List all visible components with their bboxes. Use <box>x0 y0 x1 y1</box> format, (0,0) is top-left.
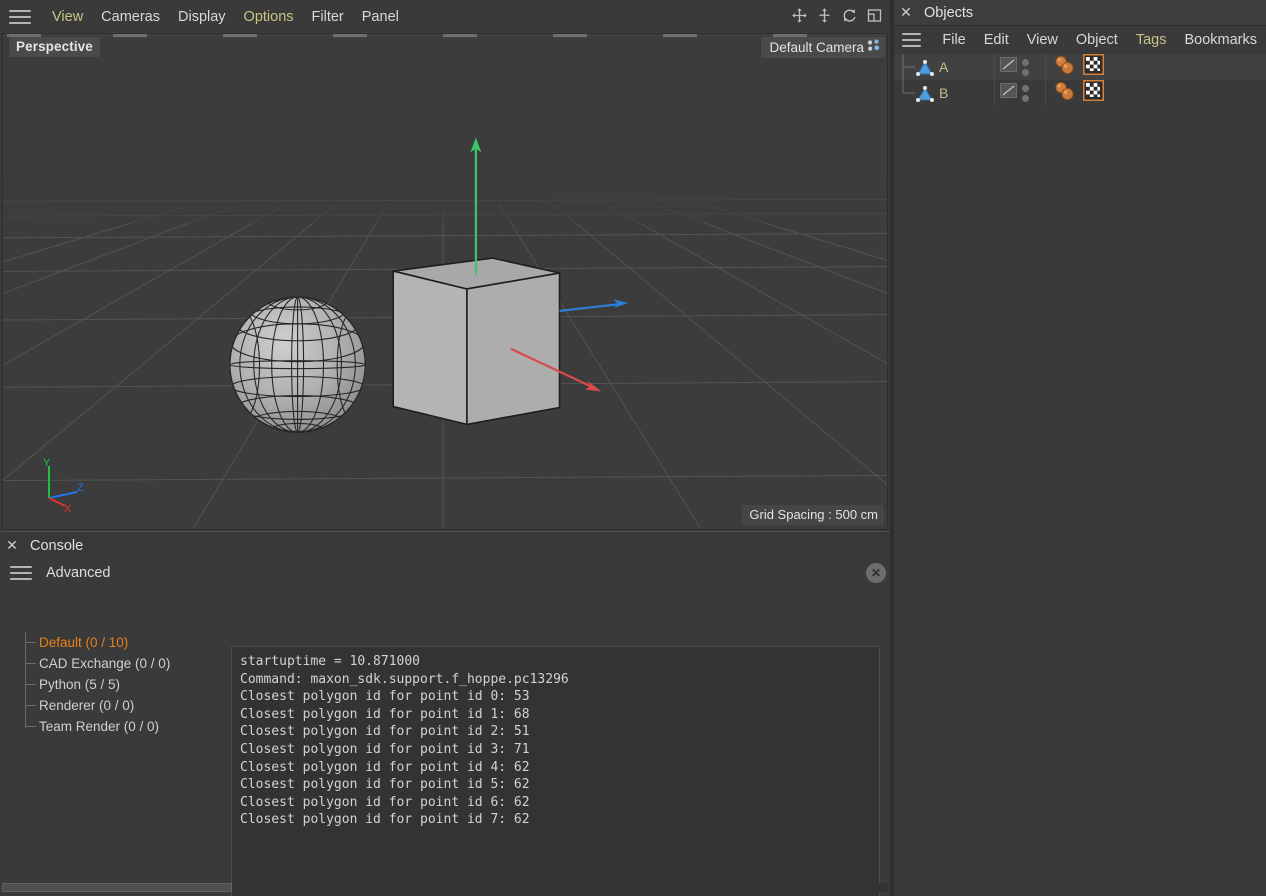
console-title: Console <box>30 537 84 554</box>
table-row[interactable]: B <box>894 79 1266 106</box>
menu-item-file[interactable]: File <box>933 30 974 50</box>
editor-visibility-dot[interactable] <box>1022 84 1029 92</box>
editor-visibility-dot[interactable] <box>1022 58 1029 66</box>
camera-selector-icon[interactable] <box>867 39 881 55</box>
menu-item-view[interactable]: View <box>43 7 92 27</box>
axis-gizmo: Y Z X <box>31 454 89 517</box>
objects-bottom-bar <box>894 886 1266 896</box>
log-line: Closest polygon id for point id 6: 62 <box>240 794 530 810</box>
log-line: Closest polygon id for point id 3: 71 <box>240 741 530 757</box>
svg-text:Z: Z <box>77 482 84 494</box>
menu-item-bookmarks[interactable]: Bookmarks <box>1175 30 1266 50</box>
clear-console-icon[interactable]: ✕ <box>866 563 886 583</box>
object-label[interactable]: A <box>939 59 948 75</box>
grid-spacing-label: Grid Spacing : 500 cm <box>742 505 884 525</box>
hamburger-icon[interactable] <box>902 33 922 47</box>
table-row[interactable]: A <box>894 53 1266 80</box>
menu-item-cameras[interactable]: Cameras <box>92 7 169 27</box>
log-line: Closest polygon id for point id 4: 62 <box>240 759 530 775</box>
menu-item-edit[interactable]: Edit <box>975 30 1018 50</box>
no-layer-icon[interactable] <box>1000 83 1017 103</box>
render-visibility-dot[interactable] <box>1022 94 1029 102</box>
filter-label: Python (5 / 5) <box>39 677 121 692</box>
svg-text:X: X <box>64 503 72 512</box>
viewport-3d-scene[interactable] <box>3 34 887 529</box>
log-line: startuptime = 10.871000 <box>240 654 421 669</box>
viewport-view-label[interactable]: Perspective <box>9 37 100 57</box>
viewport-camera-label: Default Camera <box>769 39 864 55</box>
console-titlebar: ✕ Console <box>0 531 890 559</box>
cube-object <box>392 257 561 426</box>
console-filter-default[interactable]: Default (0 / 10) <box>25 632 225 653</box>
close-icon[interactable]: ✕ <box>0 537 24 554</box>
hamburger-icon[interactable] <box>10 566 32 580</box>
log-line: Command: maxon_sdk.support.f_hoppe.pc132… <box>240 671 569 687</box>
rotate-icon[interactable] <box>838 3 861 27</box>
log-line: Closest polygon id for point id 7: 62 <box>240 812 530 828</box>
tree-connector <box>902 54 920 80</box>
dolly-icon[interactable] <box>813 3 836 27</box>
console-filter-renderer[interactable]: Renderer (0 / 0) <box>25 695 225 716</box>
viewport-menubar: View Cameras Display Options Filter Pane… <box>0 0 890 33</box>
objects-titlebar: ✕ Objects <box>894 0 1266 26</box>
console-filter-cad-exchange[interactable]: CAD Exchange (0 / 0) <box>25 653 225 674</box>
horizontal-scrollbar[interactable] <box>2 883 888 892</box>
object-tags-cell[interactable] <box>1046 53 1266 80</box>
tree-connector <box>902 80 920 106</box>
svg-text:Y: Y <box>43 457 51 469</box>
log-line: Closest polygon id for point id 5: 62 <box>240 777 530 793</box>
object-layer-cell[interactable] <box>995 80 1045 106</box>
close-icon[interactable]: ✕ <box>894 4 918 21</box>
console-filter-tree: Default (0 / 10) CAD Exchange (0 / 0) Py… <box>25 632 225 737</box>
console-panel: ✕ Console Advanced ✕ Default (0 / 10) CA… <box>0 531 890 896</box>
menu-item-tags[interactable]: Tags <box>1127 30 1176 50</box>
console-log[interactable]: startuptime = 10.871000 Command: maxon_s… <box>231 646 880 896</box>
left-column: View Cameras Display Options Filter Pane… <box>0 0 890 896</box>
console-mode-label[interactable]: Advanced <box>46 565 111 581</box>
texture-tag-icon[interactable] <box>1082 79 1105 106</box>
pan-icon[interactable] <box>788 3 811 27</box>
object-tags-cell[interactable] <box>1046 79 1266 106</box>
object-tree[interactable]: A B <box>894 53 1266 896</box>
visibility-dots[interactable] <box>1022 84 1029 102</box>
objects-menubar: File Edit View Object Tags Bookmarks <box>894 26 1266 54</box>
viewport-ruler <box>3 34 887 38</box>
filter-label: CAD Exchange (0 / 0) <box>39 656 171 671</box>
console-body: Default (0 / 10) CAD Exchange (0 / 0) Py… <box>0 587 890 896</box>
texture-tag-icon[interactable] <box>1082 53 1105 80</box>
console-filter-team-render[interactable]: Team Render (0 / 0) <box>25 716 225 737</box>
console-filter-python[interactable]: Python (5 / 5) <box>25 674 225 695</box>
menu-item-panel[interactable]: Panel <box>353 7 408 27</box>
log-line: Closest polygon id for point id 2: 51 <box>240 724 530 740</box>
object-name-cell[interactable]: A <box>894 54 994 80</box>
menu-item-object[interactable]: Object <box>1067 30 1127 50</box>
objects-title: Objects <box>924 4 974 21</box>
material-tag-icon[interactable] <box>1054 55 1076 80</box>
object-name-cell[interactable]: B <box>894 80 994 106</box>
menu-item-options[interactable]: Options <box>235 7 303 27</box>
log-line: Closest polygon id for point id 0: 53 <box>240 689 530 705</box>
render-visibility-dot[interactable] <box>1022 68 1029 76</box>
no-layer-icon[interactable] <box>1000 57 1017 77</box>
object-layer-cell[interactable] <box>995 54 1045 80</box>
app-window: View Cameras Display Options Filter Pane… <box>0 0 1266 896</box>
maximize-viewport-icon[interactable] <box>863 3 886 27</box>
console-toolbar: Advanced ✕ <box>0 559 890 587</box>
filter-label: Default (0 / 10) <box>39 635 129 650</box>
object-label[interactable]: B <box>939 85 948 101</box>
filter-label: Renderer (0 / 0) <box>39 698 135 713</box>
hamburger-icon[interactable] <box>9 9 31 24</box>
menu-item-filter[interactable]: Filter <box>303 7 353 27</box>
viewport-camera-selector[interactable]: Default Camera <box>761 37 885 58</box>
objects-panel: ✕ Objects File Edit View Object Tags Boo… <box>894 0 1266 896</box>
viewport[interactable]: Perspective Default Camera Grid Spacing … <box>2 33 888 530</box>
visibility-dots[interactable] <box>1022 58 1029 76</box>
menu-item-display[interactable]: Display <box>169 7 235 27</box>
viewport-nav-icons <box>788 3 886 27</box>
log-line: Closest polygon id for point id 1: 68 <box>240 706 530 722</box>
filter-label: Team Render (0 / 0) <box>39 719 160 734</box>
menu-item-view[interactable]: View <box>1018 30 1067 50</box>
material-tag-icon[interactable] <box>1054 81 1076 106</box>
